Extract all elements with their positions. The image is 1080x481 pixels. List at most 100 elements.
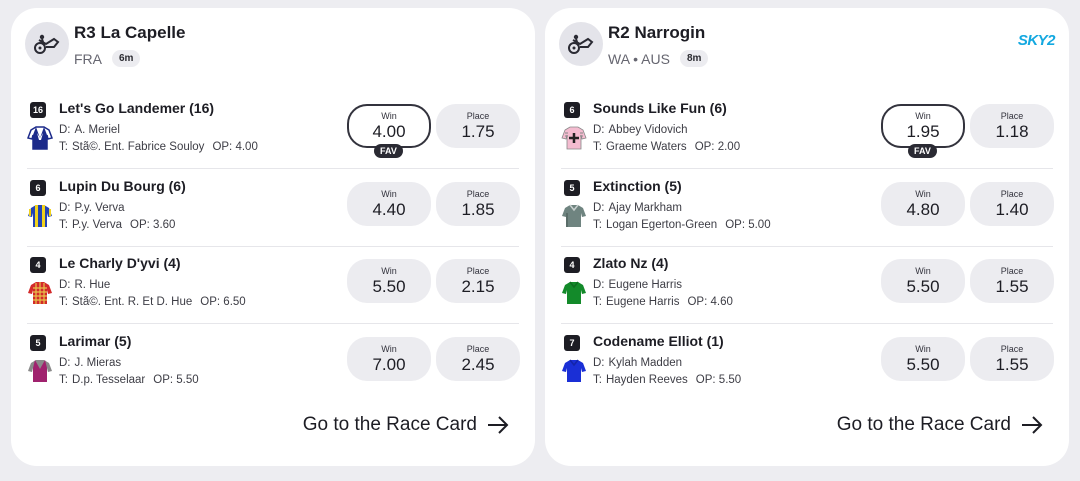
- opening-price: 4.60: [710, 296, 733, 308]
- go-to-race-card-link[interactable]: Go to the Race Card: [837, 414, 1043, 436]
- race-location-text: WA • AUS: [608, 50, 670, 67]
- driver-info: D: Kylah Madden: [593, 357, 682, 369]
- runner-name[interactable]: Zlato Nz (4): [593, 255, 668, 271]
- place-odds-button[interactable]: Place 2.15: [436, 259, 520, 303]
- trainer-name: Eugene Harris: [605, 296, 680, 308]
- race-title: R2 Narrogin: [608, 23, 706, 42]
- win-odds-button[interactable]: Win 4.40: [347, 182, 431, 226]
- place-odds: 2.15: [461, 276, 495, 296]
- win-odds-button[interactable]: Win 1.95: [881, 104, 965, 148]
- place-odds-button[interactable]: Place 1.55: [970, 337, 1054, 381]
- win-odds: 7.00: [372, 354, 406, 374]
- runner-row: 7 Codename Elliot (1) D: Kylah Madden T: H…: [561, 325, 1054, 402]
- opening-price: 5.00: [748, 219, 771, 231]
- op-label: OP:: [725, 219, 746, 231]
- trainer-label: T:: [59, 374, 68, 386]
- trainer-info: T: Hayden Reeves OP: 5.50: [593, 374, 741, 386]
- trainer-name: Graeme Waters: [605, 141, 687, 153]
- driver-name: J. Mieras: [74, 357, 122, 369]
- win-label: Win: [915, 265, 931, 276]
- runner-row: 4 Le Charly D'yvi (4) D: R. Hue T: Stã©. E…: [27, 247, 520, 324]
- runner-name[interactable]: Codename Elliot (1): [593, 333, 724, 349]
- trainer-label: T:: [593, 296, 602, 308]
- place-odds-button[interactable]: Place 1.75: [436, 104, 520, 148]
- runner-row: 5 Extinction (5) D: Ajay Markham T: Logan …: [561, 170, 1054, 247]
- trainer-name: Stã©. Ent. Fabrice Souloy: [71, 141, 205, 153]
- runner-number-badge: 4: [564, 257, 580, 273]
- place-label: Place: [466, 110, 490, 121]
- go-to-race-card-link[interactable]: Go to the Race Card: [303, 414, 509, 436]
- driver-name: R. Hue: [74, 279, 111, 291]
- jockey-silk-icon: [27, 126, 53, 150]
- runner-row: 6 Lupin Du Bourg (6) D: P.y. Verva T: P.y.…: [27, 170, 520, 247]
- runner-name[interactable]: Le Charly D'yvi (4): [59, 255, 181, 271]
- place-odds-button[interactable]: Place 1.40: [970, 182, 1054, 226]
- win-odds-button[interactable]: Win 4.80: [881, 182, 965, 226]
- race-card-link-label: Go to the Race Card: [836, 414, 1011, 435]
- runner-name[interactable]: Sounds Like Fun (6): [593, 100, 727, 116]
- opening-price: 5.50: [718, 374, 742, 386]
- driver-info: D: A. Meriel: [59, 124, 120, 136]
- place-odds-button[interactable]: Place 2.45: [436, 337, 520, 381]
- op-label: OP:: [130, 219, 150, 231]
- runner-name[interactable]: Larimar (5): [59, 333, 131, 349]
- place-odds: 1.18: [995, 121, 1029, 141]
- place-odds: 1.85: [461, 199, 495, 219]
- trainer-name: Logan Egerton-Green: [605, 219, 718, 231]
- win-label: Win: [915, 110, 931, 121]
- op-label: OP:: [687, 296, 708, 308]
- time-to-jump-badge: 8m: [679, 50, 709, 67]
- runner-number-badge: 6: [30, 180, 46, 196]
- runner-row: 4 Zlato Nz (4) D: Eugene Harris T: Eugene …: [561, 247, 1054, 324]
- win-odds: 4.00: [372, 121, 406, 141]
- time-to-jump-badge: 6m: [112, 50, 141, 67]
- driver-info: D: J. Mieras: [59, 357, 121, 369]
- race-card-la-capelle[interactable]: R3 La Capelle FRA 6m 16 Let's Go Landeme…: [11, 8, 535, 466]
- jockey-silk-icon: [561, 126, 587, 150]
- trainer-name: D.p. Tesselaar: [71, 374, 146, 386]
- race-header: R3 La Capelle FRA 6m: [25, 22, 521, 70]
- place-odds-button[interactable]: Place 1.85: [436, 182, 520, 226]
- arrow-right-icon: [488, 416, 509, 434]
- runner-number-badge: 5: [564, 180, 580, 196]
- opening-price: 5.50: [176, 374, 199, 386]
- driver-name: P.y. Verva: [74, 202, 125, 214]
- driver-label: D:: [59, 279, 71, 291]
- runner-row: 16 Let's Go Landemer (16) D: A. Meriel T:…: [27, 92, 520, 169]
- runner-name[interactable]: Lupin Du Bourg (6): [59, 178, 186, 194]
- win-odds: 5.50: [906, 276, 940, 296]
- place-label: Place: [1000, 188, 1024, 199]
- driver-label: D:: [59, 357, 71, 369]
- race-card-narrogin[interactable]: R2 Narrogin WA • AUS 8m SKY2 6 Sounds Li…: [545, 8, 1069, 466]
- driver-info: D: Ajay Markham: [593, 202, 682, 214]
- win-odds-button[interactable]: Win 7.00: [347, 337, 431, 381]
- harness-racing-icon: [559, 22, 603, 66]
- win-odds-button[interactable]: Win 5.50: [881, 337, 965, 381]
- trainer-name: Stã©. Ent. R. Et D. Hue: [71, 296, 193, 308]
- race-cards: R3 La Capelle FRA 6m 16 Let's Go Landeme…: [0, 0, 1080, 481]
- jockey-silk-icon: [562, 204, 586, 227]
- win-label: Win: [915, 188, 931, 199]
- driver-name: Ajay Markham: [608, 202, 683, 214]
- place-label: Place: [1000, 110, 1024, 121]
- trainer-info: T: Stã©. Ent. R. Et D. Hue OP: 6.50: [59, 296, 246, 308]
- trainer-info: T: Graeme Waters OP: 2.00: [593, 141, 740, 153]
- win-odds-button[interactable]: Win 4.00: [347, 104, 431, 148]
- driver-name: Kylah Madden: [608, 357, 683, 369]
- driver-info: D: P.y. Verva: [59, 202, 125, 214]
- place-odds-button[interactable]: Place 1.18: [970, 104, 1054, 148]
- runner-name[interactable]: Let's Go Landemer (16): [59, 100, 214, 116]
- jockey-silk-icon: [562, 281, 586, 304]
- win-odds-button[interactable]: Win 5.50: [347, 259, 431, 303]
- place-odds: 1.40: [995, 199, 1029, 219]
- harness-racing-icon: [25, 22, 69, 66]
- sky2-logo: SKY2: [1017, 32, 1056, 49]
- win-odds-button[interactable]: Win 5.50: [881, 259, 965, 303]
- runner-name[interactable]: Extinction (5): [593, 178, 682, 194]
- place-odds: 1.55: [995, 276, 1029, 296]
- driver-label: D:: [593, 279, 605, 291]
- place-odds-button[interactable]: Place 1.55: [970, 259, 1054, 303]
- race-title: R3 La Capelle: [74, 23, 186, 42]
- trainer-info: T: Eugene Harris OP: 4.60: [593, 296, 733, 308]
- arrow-right-icon: [1022, 416, 1043, 434]
